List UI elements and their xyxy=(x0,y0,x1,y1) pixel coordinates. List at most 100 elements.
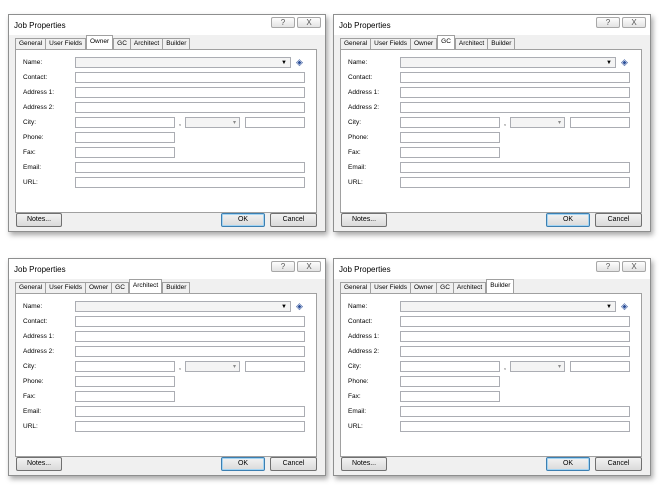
tab-user-fields[interactable]: User Fields xyxy=(370,38,411,49)
cancel-button[interactable]: Cancel xyxy=(595,457,642,471)
tab-owner[interactable]: Owner xyxy=(410,38,438,49)
notes-button[interactable]: Notes... xyxy=(16,457,62,471)
address1-field[interactable] xyxy=(400,87,630,98)
close-button[interactable]: X xyxy=(622,261,646,272)
help-button[interactable]: ? xyxy=(596,261,620,272)
zip-field[interactable] xyxy=(570,361,630,372)
state-dropdown[interactable]: ▾ xyxy=(510,117,565,128)
phone-field[interactable] xyxy=(75,376,175,387)
address-book-icon[interactable]: ◈ xyxy=(621,301,628,311)
tab-gc[interactable]: GC xyxy=(437,35,455,49)
url-field[interactable] xyxy=(400,177,630,188)
address1-field[interactable] xyxy=(75,331,305,342)
notes-button[interactable]: Notes... xyxy=(341,213,387,227)
tab-architect[interactable]: Architect xyxy=(129,38,164,49)
address2-field[interactable] xyxy=(75,346,305,357)
tab-user-fields[interactable]: User Fields xyxy=(45,38,86,49)
tab-gc[interactable]: GC xyxy=(436,282,454,293)
help-button[interactable]: ? xyxy=(271,261,295,272)
tab-general[interactable]: General xyxy=(340,282,372,293)
name-dropdown[interactable]: ▼ xyxy=(75,301,291,312)
notes-button[interactable]: Notes... xyxy=(16,213,62,227)
city-field[interactable] xyxy=(75,117,175,128)
help-button[interactable]: ? xyxy=(596,17,620,28)
close-button[interactable]: X xyxy=(297,261,321,272)
tab-gc[interactable]: GC xyxy=(113,38,131,49)
zip-field[interactable] xyxy=(570,117,630,128)
cancel-button[interactable]: Cancel xyxy=(595,213,642,227)
tab-architect[interactable]: Architect xyxy=(454,38,489,49)
close-button[interactable]: X xyxy=(622,17,646,28)
address2-label: Address 2: xyxy=(348,104,380,111)
fax-field[interactable] xyxy=(75,147,175,158)
address2-field[interactable] xyxy=(400,346,630,357)
contact-label: Contact: xyxy=(23,318,48,325)
city-field[interactable] xyxy=(75,361,175,372)
cancel-button[interactable]: Cancel xyxy=(270,213,317,227)
tab-strip: General User Fields Owner GC Architect B… xyxy=(15,35,191,49)
tab-builder[interactable]: Builder xyxy=(162,38,191,49)
tab-user-fields[interactable]: User Fields xyxy=(370,282,411,293)
city-field[interactable] xyxy=(400,361,500,372)
state-dropdown[interactable]: ▾ xyxy=(185,361,240,372)
tab-gc[interactable]: GC xyxy=(111,282,129,293)
url-field[interactable] xyxy=(75,421,305,432)
ok-button[interactable]: OK xyxy=(221,457,265,471)
tab-general[interactable]: General xyxy=(15,282,47,293)
address-book-icon[interactable]: ◈ xyxy=(296,57,303,67)
address2-field[interactable] xyxy=(75,102,305,113)
ok-button[interactable]: OK xyxy=(546,213,590,227)
contact-field[interactable] xyxy=(75,72,305,83)
address1-field[interactable] xyxy=(75,87,305,98)
tab-user-fields[interactable]: User Fields xyxy=(45,282,86,293)
contact-field[interactable] xyxy=(400,72,630,83)
tab-strip: General User Fields Owner GC Architect B… xyxy=(340,35,516,49)
fax-field[interactable] xyxy=(400,147,500,158)
address-book-icon[interactable]: ◈ xyxy=(621,57,628,67)
chevron-down-icon: ▼ xyxy=(281,60,287,66)
cancel-button[interactable]: Cancel xyxy=(270,457,317,471)
url-field[interactable] xyxy=(75,177,305,188)
fax-field[interactable] xyxy=(400,391,500,402)
zip-field[interactable] xyxy=(245,117,305,128)
tab-builder[interactable]: Builder xyxy=(162,282,191,293)
phone-field[interactable] xyxy=(400,376,500,387)
contact-field[interactable] xyxy=(75,316,305,327)
tab-architect[interactable]: Architect xyxy=(128,279,163,293)
close-button[interactable]: X xyxy=(297,17,321,28)
fax-field[interactable] xyxy=(75,391,175,402)
zip-field[interactable] xyxy=(245,361,305,372)
email-field[interactable] xyxy=(400,406,630,417)
city-field[interactable] xyxy=(400,117,500,128)
help-button[interactable]: ? xyxy=(271,17,295,28)
fax-label: Fax: xyxy=(348,149,361,156)
tab-builder[interactable]: Builder xyxy=(486,279,515,293)
url-field[interactable] xyxy=(400,421,630,432)
tab-general[interactable]: General xyxy=(15,38,47,49)
notes-button[interactable]: Notes... xyxy=(341,457,387,471)
tab-architect[interactable]: Architect xyxy=(452,282,487,293)
address2-field[interactable] xyxy=(400,102,630,113)
tab-owner[interactable]: Owner xyxy=(85,282,113,293)
tab-builder[interactable]: Builder xyxy=(487,38,516,49)
email-field[interactable] xyxy=(75,162,305,173)
name-dropdown[interactable]: ▼ xyxy=(75,57,291,68)
ok-button[interactable]: OK xyxy=(546,457,590,471)
contact-label: Contact: xyxy=(348,318,373,325)
email-field[interactable] xyxy=(75,406,305,417)
phone-field[interactable] xyxy=(75,132,175,143)
tab-general[interactable]: General xyxy=(340,38,372,49)
state-dropdown[interactable]: ▾ xyxy=(185,117,240,128)
name-dropdown[interactable]: ▼ xyxy=(400,57,616,68)
name-dropdown[interactable]: ▼ xyxy=(400,301,616,312)
email-field[interactable] xyxy=(400,162,630,173)
tab-owner[interactable]: Owner xyxy=(86,35,114,49)
tab-owner[interactable]: Owner xyxy=(410,282,438,293)
state-dropdown[interactable]: ▾ xyxy=(510,361,565,372)
address1-field[interactable] xyxy=(400,331,630,342)
chevron-down-icon: ▾ xyxy=(557,120,561,126)
ok-button[interactable]: OK xyxy=(221,213,265,227)
address-book-icon[interactable]: ◈ xyxy=(296,301,303,311)
phone-field[interactable] xyxy=(400,132,500,143)
contact-field[interactable] xyxy=(400,316,630,327)
